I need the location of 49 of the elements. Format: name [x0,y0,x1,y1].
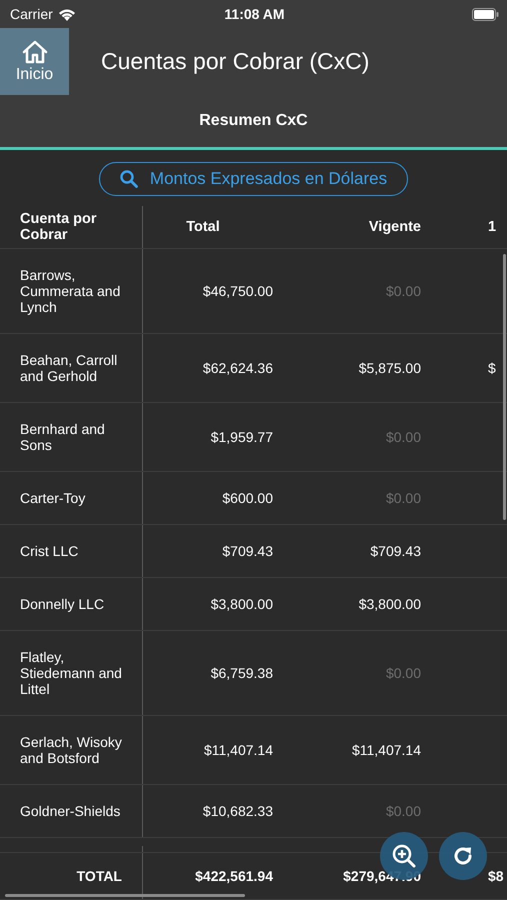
current-cell-text: $5,875.00 [358,359,421,378]
zoom-in-icon [391,843,417,869]
account-cell: Bernhard and Sons [0,403,143,471]
total-cell-text: $422,561.94 [194,867,273,886]
column-header: Total [185,218,221,237]
current-cell-text: $709.43 [369,542,421,561]
current-cell: $279,647.90 [343,868,421,884]
tab[interactable]: Resumen CxC [0,95,507,150]
current-cell-text: $11,407.14 [350,741,421,760]
carrier-label: Carrier [10,6,53,22]
search-icon [120,170,138,188]
account-cell: Donnelly LLC [0,578,143,630]
table-cell: $ [488,360,496,376]
account-cell: Barrows, Cummerata and Lynch [0,249,143,333]
scrollbar[interactable] [5,894,245,897]
total-cell-text: $46,750.00 [202,282,273,301]
wifi-icon [58,8,76,20]
current-cell-text: $0.00 [384,282,421,301]
refresh-button[interactable] [439,832,487,880]
clock-time: 11:08 AM [224,6,285,22]
account-cell: Crist LLC [0,525,143,577]
account-cell: Flatley, Stiedemann and Littel [0,631,143,715]
current-cell-text: $0.00 [384,664,421,683]
total-cell-text: $709.43 [221,542,273,561]
current-cell-text: $0.00 [384,802,421,821]
column-header: Vigente [368,218,421,237]
scrollbar[interactable] [503,254,506,520]
page-title: Cuentas por Cobrar (CxC) [101,48,370,75]
current-cell-text: $3,800.00 [358,595,421,614]
total-cell-text: $10,682.33 [202,802,273,821]
total-cell-text: $3,800.00 [210,595,273,614]
account-cell: Carter-Toy [0,472,143,524]
house-icon [22,40,48,64]
home-button[interactable]: Inicio [0,28,69,95]
account-cell: Gerlach, Wisoky and Botsford [0,716,143,784]
total-cell-text: $62,624.36 [202,359,273,378]
account-cell: Beahan, Carroll and Gerhold [0,334,143,402]
battery-icon [472,8,499,20]
table-cell: $8 [488,868,504,884]
column-header: 1 [487,218,498,237]
column-header: Cuenta por Cobrar [0,206,143,248]
currency-button[interactable]: Montos Expresados en Dólares [98,162,408,196]
total-cell-text: $600.00 [221,489,273,508]
account-cell: Goldner-Shields [0,785,143,837]
total-cell-text: $1,959.77 [210,428,273,447]
total-cell-text: $11,407.14 [202,741,273,760]
current-cell-text: $0.00 [384,428,421,447]
current-cell-text: $0.00 [384,489,421,508]
total-cell-text: $6,759.38 [210,664,273,683]
